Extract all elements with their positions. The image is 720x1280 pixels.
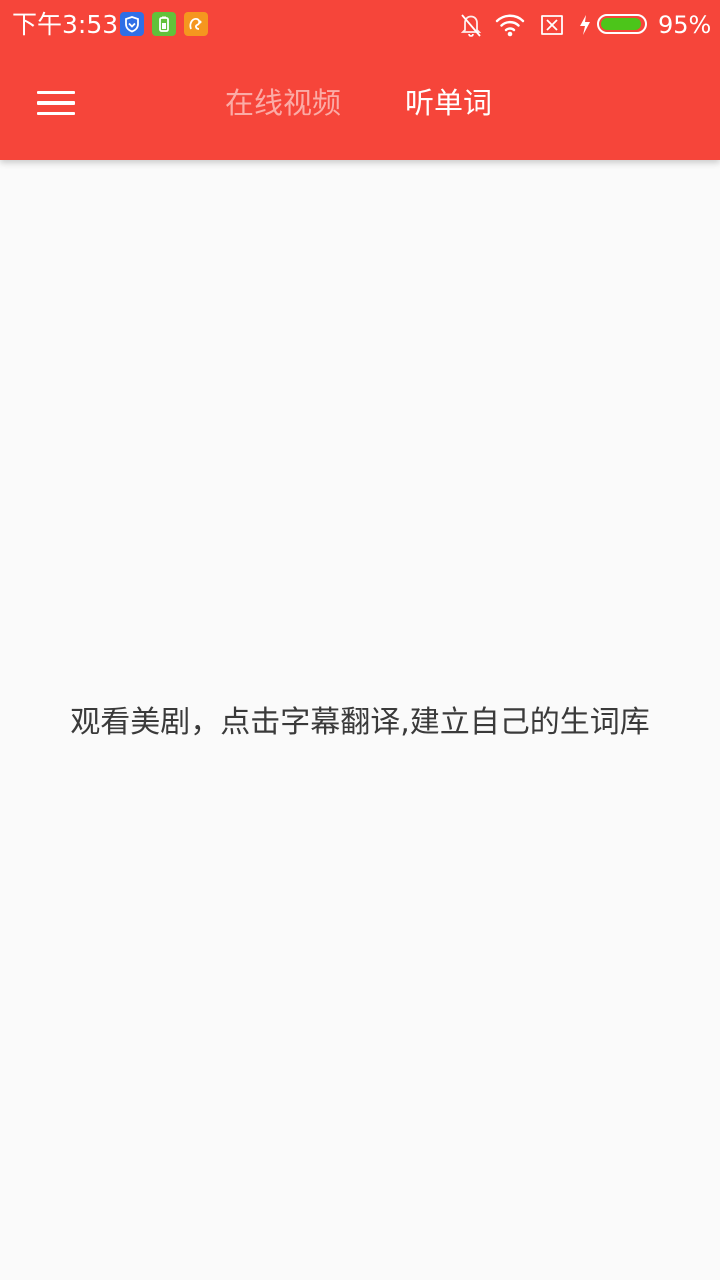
shield-app-icon (120, 12, 144, 36)
wifi-icon (494, 10, 526, 40)
status-time: 下午3:53 (12, 10, 119, 39)
empty-state-message: 观看美剧，点击字幕翻译,建立自己的生词库 (70, 705, 650, 740)
screen: 下午3:53 95% 在线视频 听单词 观看美剧，点击字幕翻译,建立自己的生词库 (0, 0, 720, 1280)
charging-icon (577, 10, 593, 40)
bell-muted-icon (458, 10, 484, 40)
battery-app-icon (152, 12, 176, 36)
hamburger-menu-icon[interactable] (20, 67, 92, 139)
squirrel-app-icon (184, 12, 208, 36)
battery-icon (597, 14, 647, 34)
menu-line (37, 101, 75, 105)
battery-percent: 95% (658, 11, 712, 39)
tab-online-video[interactable]: 在线视频 (225, 80, 341, 126)
battery-level-fill (601, 18, 641, 30)
tab-listen-words[interactable]: 听单词 (405, 80, 492, 126)
status-bar: 下午3:53 95% (0, 0, 720, 50)
app-bar: 下午3:53 95% 在线视频 听单词 (0, 0, 720, 160)
no-sim-icon (538, 10, 566, 40)
toolbar: 在线视频 听单词 (0, 50, 720, 160)
main-content: 观看美剧，点击字幕翻译,建立自己的生词库 (0, 160, 720, 1280)
menu-line (37, 111, 75, 116)
menu-line (37, 90, 75, 95)
